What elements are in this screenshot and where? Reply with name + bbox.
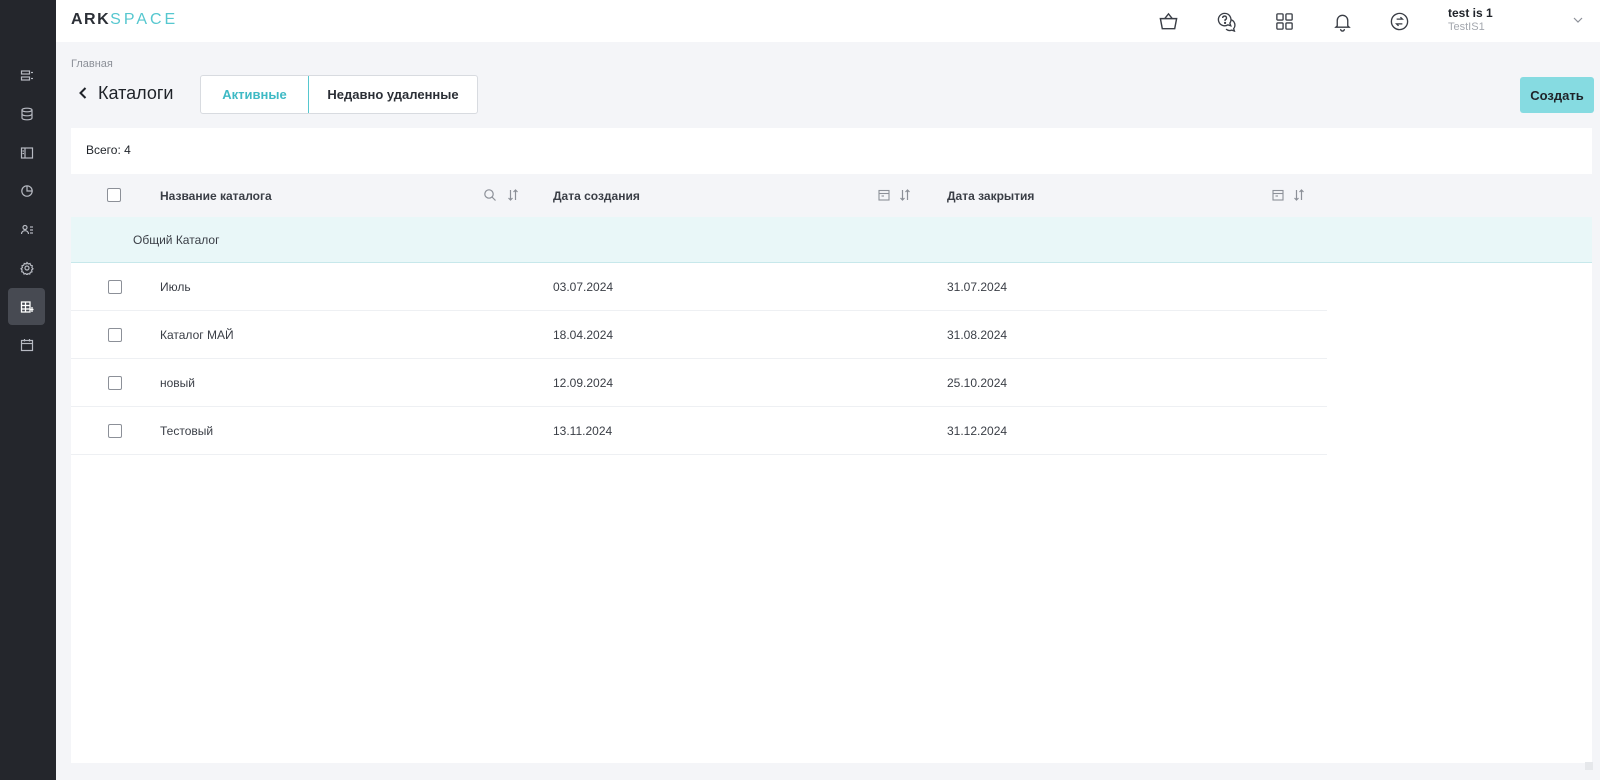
catalog-name[interactable]: новый bbox=[160, 376, 195, 390]
group-row[interactable]: Общий Каталог bbox=[71, 217, 1592, 263]
sync-button[interactable] bbox=[1387, 9, 1411, 33]
top-header: ARKSPACE test is 1 TestIS1 bbox=[56, 0, 1600, 42]
total-count: Всего: 4 bbox=[86, 143, 131, 157]
page-title: Каталоги bbox=[98, 83, 174, 103]
column-date-filter-button[interactable] bbox=[877, 188, 891, 202]
help-chat-button[interactable] bbox=[1214, 9, 1238, 33]
catalogs-card: Всего: 4 Название каталога Дата создания… bbox=[71, 128, 1592, 763]
resize-handle[interactable] bbox=[1585, 762, 1593, 770]
panel-icon bbox=[20, 146, 33, 159]
user-subtitle: TestIS1 bbox=[1448, 21, 1485, 33]
created-date: 12.09.2024 bbox=[553, 376, 614, 390]
created-date: 03.07.2024 bbox=[553, 280, 614, 294]
apps-grid-icon bbox=[1275, 12, 1293, 30]
sync-icon bbox=[1390, 12, 1408, 30]
calendar-icon bbox=[20, 338, 33, 351]
back-arrow-icon[interactable] bbox=[76, 86, 90, 100]
column-sort-button[interactable] bbox=[898, 188, 912, 202]
sidebar-item-panel[interactable] bbox=[8, 134, 45, 171]
created-date: 13.11.2024 bbox=[553, 424, 613, 438]
notifications-button[interactable] bbox=[1330, 9, 1354, 33]
basket-button[interactable] bbox=[1156, 9, 1180, 33]
app-logo[interactable]: ARKSPACE bbox=[71, 11, 178, 29]
tabs: Активные Недавно удаленные bbox=[200, 75, 478, 114]
column-header-created[interactable]: Дата создания bbox=[553, 189, 640, 203]
column-sort-button[interactable] bbox=[1292, 188, 1306, 202]
list-icon bbox=[20, 69, 33, 81]
help-chat-icon bbox=[1217, 12, 1236, 32]
table-row[interactable]: Тестовый 13.11.2024 31.12.2024 bbox=[71, 407, 1327, 455]
table-row[interactable]: Июль 03.07.2024 31.07.2024 bbox=[71, 263, 1327, 311]
closed-date: 31.07.2024 bbox=[947, 280, 1008, 294]
column-header-closed[interactable]: Дата закрытия bbox=[947, 189, 1034, 203]
sidebar bbox=[0, 0, 56, 780]
calendar-filter-icon bbox=[1272, 189, 1284, 201]
closed-date: 25.10.2024 bbox=[947, 376, 1008, 390]
row-checkbox[interactable] bbox=[108, 376, 122, 390]
closed-date: 31.08.2024 bbox=[947, 328, 1008, 342]
sidebar-item-users[interactable] bbox=[8, 211, 45, 248]
database-icon bbox=[20, 107, 33, 120]
row-checkbox[interactable] bbox=[108, 328, 122, 342]
create-button[interactable]: Создать bbox=[1520, 77, 1594, 113]
created-date: 18.04.2024 bbox=[553, 328, 614, 342]
sidebar-item-chart[interactable] bbox=[8, 172, 45, 209]
apps-button[interactable] bbox=[1272, 9, 1296, 33]
sidebar-item-list[interactable] bbox=[8, 57, 45, 94]
catalog-name[interactable]: Тестовый bbox=[160, 424, 213, 438]
tab-recently-deleted[interactable]: Недавно удаленные bbox=[309, 76, 477, 113]
chevron-down-icon[interactable] bbox=[1572, 14, 1584, 26]
users-icon bbox=[20, 224, 33, 234]
bell-icon bbox=[1333, 14, 1351, 32]
sidebar-item-calendar[interactable] bbox=[8, 326, 45, 363]
catalog-icon bbox=[20, 300, 33, 313]
user-name[interactable]: test is 1 bbox=[1448, 6, 1493, 20]
sort-icon bbox=[508, 189, 518, 201]
table-row[interactable]: Каталог МАЙ 18.04.2024 31.08.2024 bbox=[71, 311, 1327, 359]
column-header-name[interactable]: Название каталога bbox=[160, 189, 272, 203]
column-search-button[interactable] bbox=[483, 188, 497, 202]
sidebar-item-database[interactable] bbox=[8, 95, 45, 132]
group-label: Общий Каталог bbox=[133, 233, 220, 247]
row-checkbox[interactable] bbox=[108, 424, 122, 438]
table-header: Название каталога Дата создания Дата зак… bbox=[71, 174, 1592, 217]
calendar-filter-icon bbox=[878, 189, 890, 201]
sidebar-item-catalogs[interactable] bbox=[8, 288, 45, 325]
tab-active[interactable]: Активные bbox=[201, 76, 309, 113]
sidebar-item-settings[interactable] bbox=[8, 249, 45, 286]
select-all-checkbox[interactable] bbox=[107, 188, 121, 202]
column-date-filter-button[interactable] bbox=[1271, 188, 1285, 202]
search-icon bbox=[484, 189, 496, 201]
gear-icon bbox=[19, 260, 34, 275]
catalog-name[interactable]: Каталог МАЙ bbox=[160, 328, 234, 342]
chart-icon bbox=[20, 184, 33, 197]
column-sort-button[interactable] bbox=[506, 188, 520, 202]
sort-icon bbox=[1294, 189, 1304, 201]
table-row[interactable]: новый 12.09.2024 25.10.2024 bbox=[71, 359, 1327, 407]
sort-icon bbox=[900, 189, 910, 201]
catalog-name[interactable]: Июль bbox=[160, 280, 191, 294]
closed-date: 31.12.2024 bbox=[947, 424, 1008, 438]
breadcrumb[interactable]: Главная bbox=[71, 58, 113, 70]
basket-icon bbox=[1159, 12, 1177, 29]
row-checkbox[interactable] bbox=[108, 280, 122, 294]
